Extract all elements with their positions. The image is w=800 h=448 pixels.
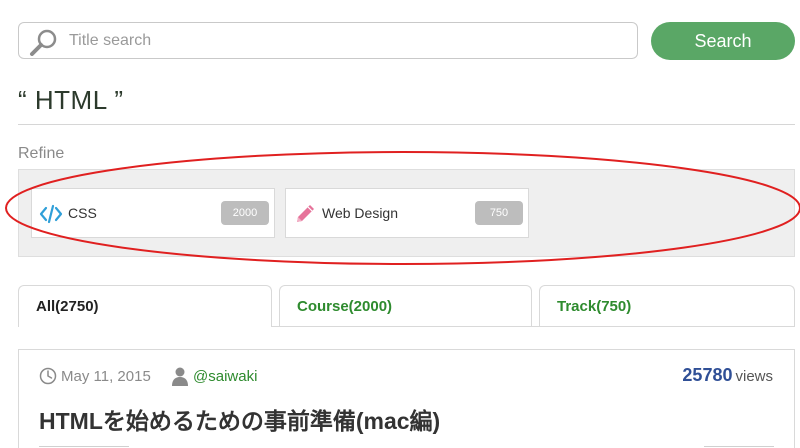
- chip-label: CSS: [68, 205, 97, 221]
- code-icon: [39, 204, 63, 224]
- refine-chip-css[interactable]: CSS 2000: [31, 188, 275, 238]
- article-title[interactable]: HTMLを始めるための事前準備(mac編): [39, 402, 440, 436]
- search-input[interactable]: [69, 23, 629, 58]
- refine-chip-web-design[interactable]: Web Design 750: [285, 188, 529, 238]
- pencil-icon: [297, 205, 314, 222]
- count-badge: 750: [475, 201, 523, 225]
- count-badge: 2000: [221, 201, 269, 225]
- tab-label: Track(750): [557, 298, 632, 315]
- search-results-page: Search “ HTML ” Refine CSS 2000 Web Desi…: [0, 0, 800, 448]
- author-link[interactable]: @saiwaki: [193, 368, 257, 385]
- divider: [39, 446, 129, 447]
- article-card[interactable]: May 11, 2015 @saiwaki 25780 views HTMLを始め…: [18, 349, 795, 448]
- clock-icon: [39, 367, 57, 385]
- refine-label: Refine: [18, 145, 65, 162]
- divider: [704, 446, 774, 447]
- search-icon: [30, 29, 57, 56]
- article-date: May 11, 2015: [61, 368, 151, 385]
- tab-label: All(2750): [36, 298, 99, 315]
- tab-course[interactable]: Course(2000): [279, 285, 532, 327]
- search-box[interactable]: [18, 22, 638, 59]
- search-button[interactable]: Search: [651, 22, 795, 60]
- views-counter: 25780 views: [682, 365, 773, 386]
- views-count: 25780: [682, 365, 733, 385]
- tabs-baseline: [272, 326, 279, 327]
- tab-track[interactable]: Track(750): [539, 285, 795, 327]
- tab-label: Course(2000): [297, 298, 393, 315]
- chip-label: Web Design: [322, 205, 399, 221]
- page-title: “ HTML ”: [18, 85, 124, 115]
- user-icon: [172, 367, 188, 386]
- views-label: views: [735, 368, 773, 385]
- tab-all[interactable]: All(2750): [18, 285, 272, 327]
- tabs-baseline: [279, 326, 795, 327]
- divider: [18, 124, 795, 125]
